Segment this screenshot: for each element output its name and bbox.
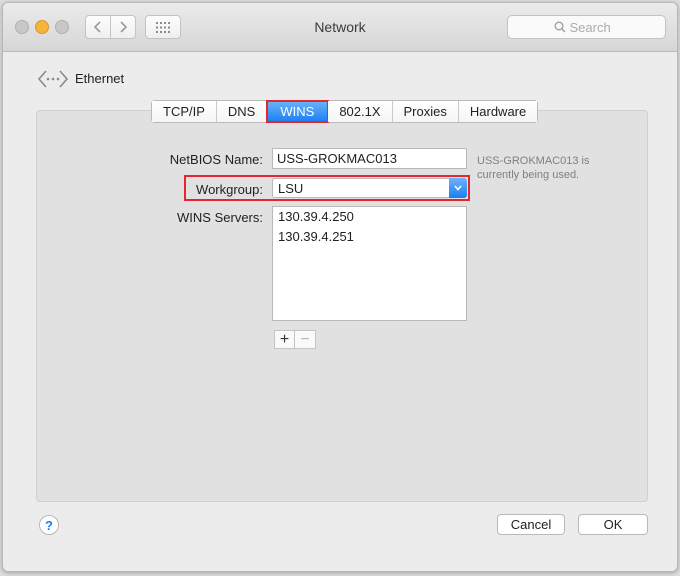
search-field[interactable] xyxy=(507,15,666,39)
tab-hardware[interactable]: Hardware xyxy=(458,101,538,122)
netbios-note-line-2: currently being used. xyxy=(477,169,580,181)
network-window: Network Ethernet TCP/IP DNS WINS 802.1X … xyxy=(2,2,678,572)
tab-dns[interactable]: DNS xyxy=(216,101,268,122)
interface-name: Ethernet xyxy=(75,71,125,86)
ethernet-arrows-icon xyxy=(37,70,69,88)
netbios-note-line-1: USS-GROKMAC013 is xyxy=(477,155,590,167)
search-icon xyxy=(554,21,566,33)
list-item[interactable]: 130.39.4.250 xyxy=(273,207,466,227)
netbios-in-use-note: USS-GROKMAC013 is currently being used. xyxy=(477,154,589,182)
workgroup-combobox[interactable]: LSU xyxy=(272,178,467,198)
workgroup-label: Workgroup: xyxy=(196,182,263,197)
list-item[interactable]: 130.39.4.251 xyxy=(273,227,466,247)
tab-proxies[interactable]: Proxies xyxy=(392,101,459,122)
settings-tabs: TCP/IP DNS WINS 802.1X Proxies Hardware xyxy=(151,100,539,123)
tab-8021x[interactable]: 802.1X xyxy=(328,101,393,122)
cancel-button[interactable]: Cancel xyxy=(497,514,565,535)
remove-server-button[interactable]: − xyxy=(295,330,316,349)
wins-servers-list[interactable]: 130.39.4.250 130.39.4.251 xyxy=(272,206,467,321)
title-bar: Network xyxy=(3,3,677,52)
netbios-name-label: NetBIOS Name: xyxy=(169,152,263,167)
ok-button[interactable]: OK xyxy=(578,514,648,535)
chevron-down-icon xyxy=(454,185,462,191)
search-input[interactable] xyxy=(569,19,620,35)
workgroup-value: LSU xyxy=(278,181,304,196)
tab-wins[interactable]: WINS xyxy=(266,100,330,123)
netbios-name-field[interactable] xyxy=(272,148,467,169)
wins-servers-label: WINS Servers: xyxy=(177,210,263,225)
help-button[interactable]: ? xyxy=(39,515,59,535)
tab-tcpip[interactable]: TCP/IP xyxy=(152,101,217,122)
workgroup-dropdown-button[interactable] xyxy=(449,178,467,198)
add-server-button[interactable]: + xyxy=(274,330,295,349)
